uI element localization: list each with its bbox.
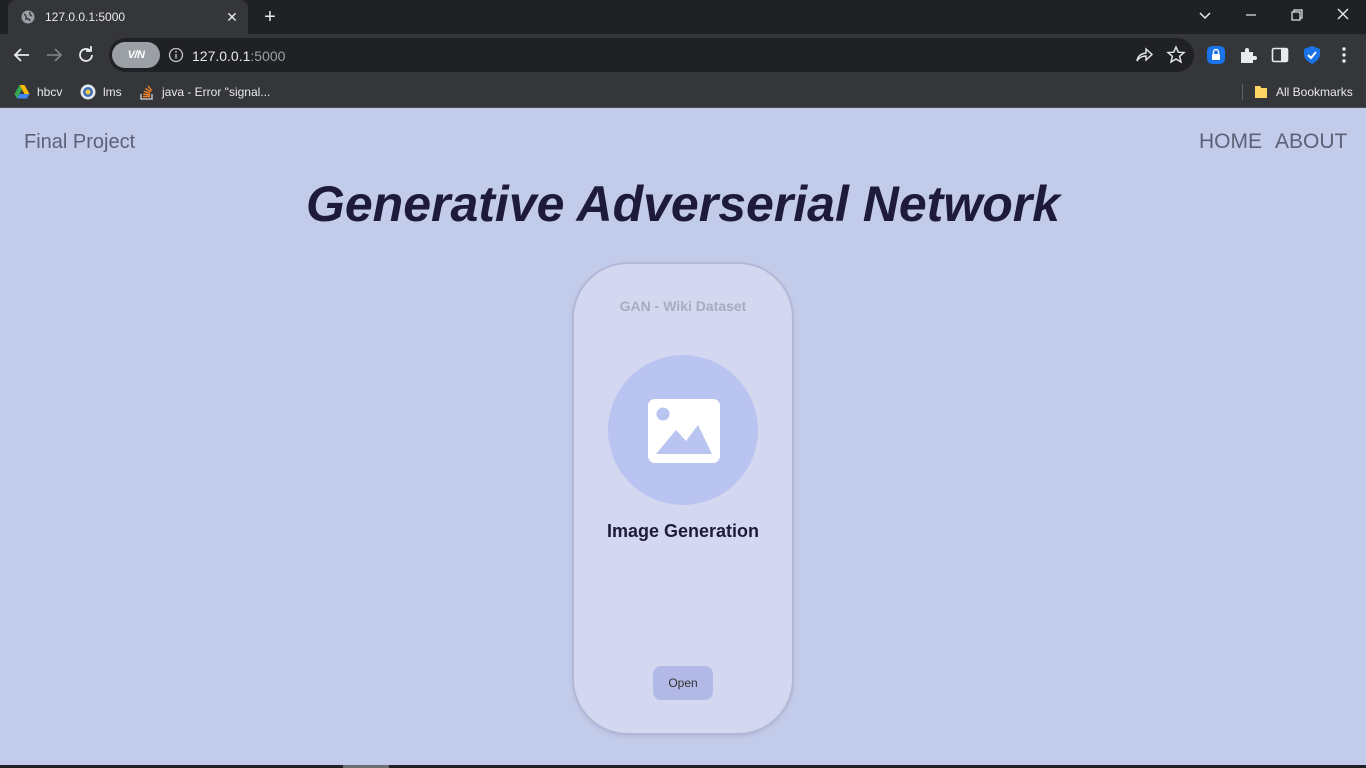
nav-home-link[interactable]: HOME <box>1199 130 1262 154</box>
nav-about-link[interactable]: ABOUT <box>1275 130 1347 154</box>
forward-arrow-icon[interactable] <box>42 43 66 67</box>
address-bar[interactable]: V/N 127.0.0.1:5000 <box>109 38 1194 72</box>
bookmark-lms[interactable]: lms <box>80 82 122 102</box>
browser-tab[interactable]: 127.0.0.1:5000 ✕ <box>8 0 248 34</box>
side-panel-icon[interactable] <box>1270 45 1290 65</box>
site-info-icon[interactable] <box>168 47 184 63</box>
card-title: Image Generation <box>606 521 760 541</box>
tab-title: 127.0.0.1:5000 <box>45 10 126 24</box>
stackoverflow-icon <box>140 85 153 100</box>
menu-kebab-icon[interactable] <box>1334 45 1354 65</box>
bookmark-label: hbcv <box>37 85 63 99</box>
url-host: 127.0.0.1 <box>192 48 251 64</box>
gan-card: GAN - Wiki Dataset Image Generation Open <box>574 264 792 733</box>
card-icon-circle <box>608 355 758 505</box>
tab-strip: 127.0.0.1:5000 ✕ + <box>0 0 1366 34</box>
bookmarks-separator <box>1242 84 1243 100</box>
bookmark-hbcv[interactable]: hbcv <box>14 82 62 102</box>
tab-search-icon[interactable] <box>1194 6 1216 26</box>
url-text[interactable]: 127.0.0.1:5000 <box>192 48 285 64</box>
web-page: Final Project HOME ABOUT Generative Adve… <box>0 109 1366 768</box>
password-manager-extension-icon[interactable] <box>1206 45 1226 65</box>
bookmark-stackoverflow[interactable]: java - Error "signal... <box>139 82 270 102</box>
image-icon <box>648 399 720 463</box>
all-bookmarks-button[interactable]: All Bookmarks <box>1253 82 1353 102</box>
site-brand[interactable]: Final Project <box>24 131 135 154</box>
google-drive-icon <box>14 85 30 99</box>
bookmark-label: lms <box>103 85 122 99</box>
close-window-icon[interactable] <box>1332 6 1354 26</box>
bookmark-star-icon[interactable] <box>1166 45 1186 65</box>
new-tab-button[interactable]: + <box>259 6 281 28</box>
globe-icon <box>21 10 35 24</box>
page-title: Generative Adverserial Network <box>305 176 1061 232</box>
folder-icon <box>1255 86 1267 98</box>
lms-logo-icon <box>80 84 96 100</box>
card-subtitle: GAN - Wiki Dataset <box>619 298 747 314</box>
back-arrow-icon[interactable] <box>10 43 34 67</box>
bookmarks-bar: hbcv lms java - Error "signal... All Boo… <box>0 76 1366 108</box>
all-bookmarks-label: All Bookmarks <box>1276 85 1353 99</box>
shield-check-extension-icon[interactable] <box>1302 45 1322 65</box>
url-port: :5000 <box>250 48 286 64</box>
tab-close-icon[interactable]: ✕ <box>224 9 240 25</box>
minimize-icon[interactable] <box>1240 6 1262 26</box>
vpn-button[interactable]: V/N <box>112 42 160 68</box>
restore-icon[interactable] <box>1286 6 1308 26</box>
reload-icon[interactable] <box>74 43 98 67</box>
share-icon[interactable] <box>1134 45 1154 65</box>
bookmark-label: java - Error "signal... <box>162 85 271 99</box>
extensions-puzzle-icon[interactable] <box>1238 45 1258 65</box>
browser-toolbar: V/N 127.0.0.1:5000 <box>0 34 1366 76</box>
open-button[interactable]: Open <box>653 666 713 700</box>
